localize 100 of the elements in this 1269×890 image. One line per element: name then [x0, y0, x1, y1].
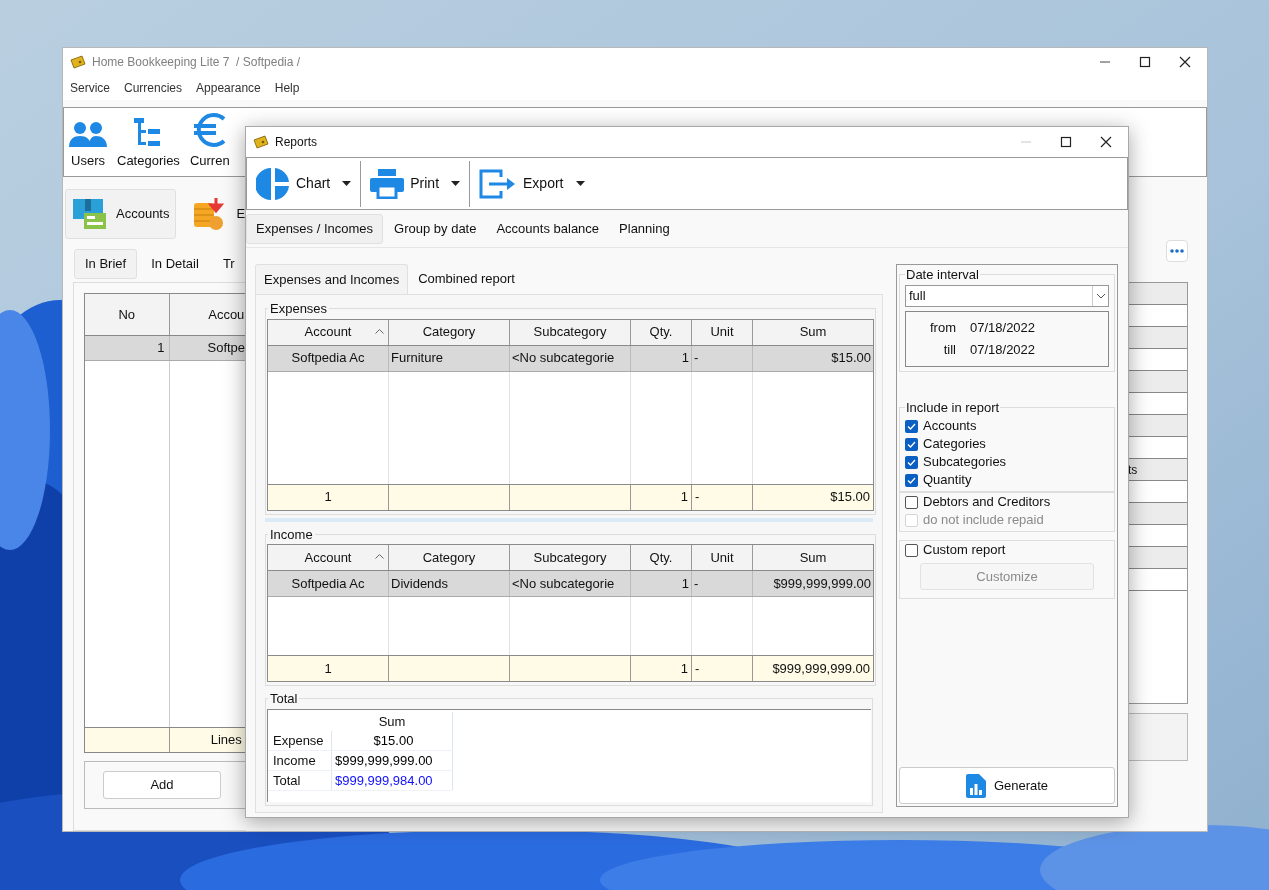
column-header[interactable]: Subcategory — [510, 319, 631, 345]
table-cell: Softpedia Ac — [268, 345, 389, 371]
dialog-title: Reports — [275, 134, 318, 151]
column-header[interactable]: Unit — [692, 545, 753, 570]
more-icon — [1170, 249, 1184, 253]
generate-button[interactable]: Generate — [899, 767, 1115, 804]
column-header[interactable]: No — [85, 294, 170, 335]
row-label: Total — [268, 770, 332, 791]
table-row — [1128, 547, 1187, 569]
window-title: Home Bookkeeping Lite 7 / Softpedia / — [92, 54, 301, 71]
footer-cell: 1 — [631, 656, 692, 681]
tab[interactable]: Group by date — [385, 213, 486, 244]
caret-icon — [451, 181, 461, 186]
tab[interactable]: Accounts balance — [487, 213, 609, 244]
date-interval-dropdown[interactable]: full — [905, 284, 1109, 307]
till-label: till — [942, 340, 956, 359]
group-title: Expenses — [269, 300, 329, 318]
caret-icon — [575, 181, 585, 186]
toolbar-button[interactable]: Chart — [247, 160, 361, 207]
footer-cell: - — [692, 484, 753, 510]
column-header[interactable]: Subcategory — [510, 545, 631, 570]
column-header[interactable]: Category — [389, 319, 510, 345]
checkbox-label: Custom report — [923, 541, 1006, 560]
tab[interactable]: Expenses and Incomes — [255, 264, 409, 294]
sort-ascending-icon — [375, 328, 384, 334]
checkbox-label: Accounts — [923, 417, 977, 436]
maximize-icon[interactable] — [1139, 56, 1151, 68]
tab[interactable]: Planning — [610, 213, 679, 244]
more-button[interactable] — [1166, 240, 1188, 262]
pie-chart-icon — [256, 166, 290, 201]
menu-item[interactable]: Appearance — [196, 79, 261, 97]
table-row — [1128, 503, 1187, 525]
footer-cell-text: $15.00 — [829, 488, 871, 507]
tab[interactable]: Combined report — [410, 264, 523, 294]
column-header: Sum — [332, 711, 453, 731]
checkbox-label: Debtors and Creditors — [923, 493, 1051, 512]
column-header[interactable]: Unit — [692, 319, 753, 345]
tab[interactable]: Expenses / Incomes — [246, 213, 384, 244]
checkbox[interactable] — [905, 543, 918, 557]
toolbar-button[interactable]: Categories — [117, 116, 180, 170]
table-cell: 1 — [631, 571, 692, 596]
toolbar-button[interactable]: Export — [470, 160, 594, 207]
column-header[interactable]: Qty. — [631, 545, 692, 570]
section-button[interactable]: E — [186, 189, 246, 239]
menu-item[interactable]: Service — [70, 79, 110, 97]
report-chart-icon — [965, 773, 986, 798]
tab[interactable]: In Detail — [141, 249, 209, 279]
column-header[interactable]: Qty. — [631, 319, 692, 345]
checkbox[interactable] — [905, 473, 918, 487]
table-cell-text: $15.00 — [830, 349, 872, 368]
table-row[interactable]: 1 Softpe — [85, 336, 246, 361]
users-icon — [69, 120, 107, 147]
footer-cell: - — [692, 656, 753, 681]
row-label: Expense — [268, 730, 332, 751]
close-icon[interactable] — [1100, 136, 1112, 148]
add-button[interactable]: Add — [103, 771, 221, 799]
caret-icon — [342, 181, 352, 186]
table-cell-text: $999,999,999.00 — [772, 574, 872, 593]
group-title: Total — [269, 690, 299, 708]
table-cell: 1 — [631, 345, 692, 371]
table-cell: Softpedia Ac — [268, 571, 389, 596]
checkbox[interactable] — [905, 455, 918, 469]
checkbox[interactable] — [905, 419, 918, 433]
table-cell: <No subcategorie — [510, 345, 631, 371]
column-header[interactable]: Account — [268, 545, 389, 570]
toolbar-button[interactable]: Print — [361, 160, 470, 207]
table-cell: Furniture — [389, 345, 510, 371]
maximize-icon[interactable] — [1060, 136, 1072, 148]
column-header[interactable]: Sum — [753, 545, 873, 570]
date-value: 07/18/2022 — [970, 340, 1037, 359]
table-cell: <No subcategorie — [510, 571, 631, 596]
toolbar-button[interactable]: Users — [69, 120, 107, 170]
euro-icon — [191, 112, 228, 147]
footer-cell: 1 — [268, 484, 389, 510]
tab[interactable]: In Brief — [74, 249, 138, 279]
section-button[interactable]: Accounts — [65, 189, 177, 239]
table-row — [1128, 327, 1187, 349]
table-row — [1128, 371, 1187, 393]
group-title: Include in report — [905, 398, 1001, 417]
table-cell: 1 — [85, 336, 170, 360]
table-row — [1128, 415, 1187, 437]
checkbox[interactable] — [905, 495, 918, 509]
toolbar-button[interactable]: Curren — [189, 112, 230, 170]
table-cell: $999,999,984.00 — [332, 770, 453, 791]
column-header[interactable]: Account — [268, 319, 389, 345]
table-row[interactable]: Softpedia Ac Dividends <No subcategorie 1 - $999,999,999.00 — [268, 571, 873, 597]
checkbox[interactable] — [905, 437, 918, 451]
close-icon[interactable] — [1179, 56, 1191, 68]
table-row[interactable]: Softpedia Ac Furniture <No subcategorie 1 - $15.00 — [268, 345, 873, 372]
menu-item[interactable]: Help — [274, 79, 300, 97]
footer-cell: 1 — [631, 484, 692, 510]
table-cell-text: ts — [1128, 461, 1138, 479]
from-label: from — [929, 319, 956, 337]
menu-item[interactable]: Currencies — [124, 79, 183, 97]
tab[interactable]: Tr — [212, 249, 245, 279]
column-header[interactable]: Category — [389, 545, 510, 570]
row-label: Income — [268, 750, 332, 771]
wallet-icon — [72, 197, 108, 231]
column-header[interactable]: Sum — [753, 319, 873, 345]
wallet-app-icon — [253, 135, 269, 149]
